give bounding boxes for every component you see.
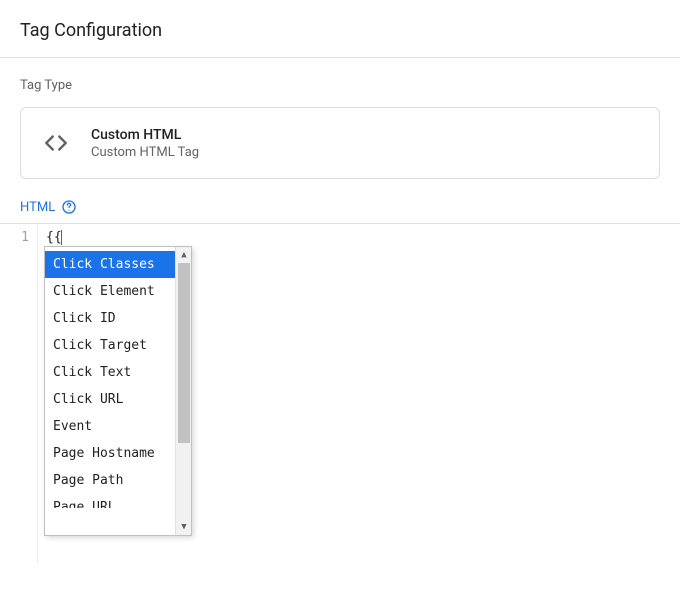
scroll-thumb[interactable]: [178, 263, 190, 443]
autocomplete-item[interactable]: Click URL: [45, 386, 175, 413]
code-line: {{: [46, 230, 672, 245]
autocomplete-item[interactable]: Click ID: [45, 305, 175, 332]
tag-type-card[interactable]: Custom HTML Custom HTML Tag: [20, 107, 660, 179]
scroll-up-arrow[interactable]: ▲: [176, 247, 192, 263]
html-field-label-row: HTML: [0, 199, 680, 223]
tag-type-text: Custom HTML Custom HTML Tag: [91, 127, 199, 160]
tag-type-subtitle: Custom HTML Tag: [91, 145, 199, 160]
autocomplete-list[interactable]: Click ClassesClick ElementClick IDClick …: [45, 247, 175, 535]
tag-type-title: Custom HTML: [91, 127, 199, 143]
autocomplete-popup[interactable]: Click ClassesClick ElementClick IDClick …: [44, 246, 192, 536]
editor-gutter: 1: [0, 224, 38, 563]
help-icon[interactable]: [61, 199, 77, 215]
tag-type-section: Tag Type Custom HTML Custom HTML Tag: [0, 58, 680, 199]
autocomplete-item[interactable]: Page Hostname: [45, 440, 175, 467]
autocomplete-item[interactable]: Event: [45, 413, 175, 440]
line-number: 1: [0, 230, 29, 245]
autocomplete-item[interactable]: Click Target: [45, 332, 175, 359]
tag-type-label: Tag Type: [20, 78, 660, 93]
page-header: Tag Configuration: [0, 0, 680, 57]
html-field-label: HTML: [20, 200, 55, 215]
scrollbar[interactable]: ▲ ▼: [175, 247, 191, 535]
autocomplete-item[interactable]: Page Path: [45, 467, 175, 494]
autocomplete-item[interactable]: Click Classes: [45, 251, 175, 278]
autocomplete-item[interactable]: Click Text: [45, 359, 175, 386]
code-icon: [39, 126, 73, 160]
code-editor[interactable]: 1 {{ Click ClassesClick ElementClick IDC…: [0, 223, 680, 563]
text-cursor: [61, 230, 62, 245]
autocomplete-item[interactable]: Click Element: [45, 278, 175, 305]
scroll-down-arrow[interactable]: ▼: [176, 519, 192, 535]
page-title: Tag Configuration: [20, 20, 660, 41]
code-area[interactable]: {{ Click ClassesClick ElementClick IDCli…: [38, 224, 680, 563]
autocomplete-item[interactable]: Page URL: [45, 494, 175, 508]
